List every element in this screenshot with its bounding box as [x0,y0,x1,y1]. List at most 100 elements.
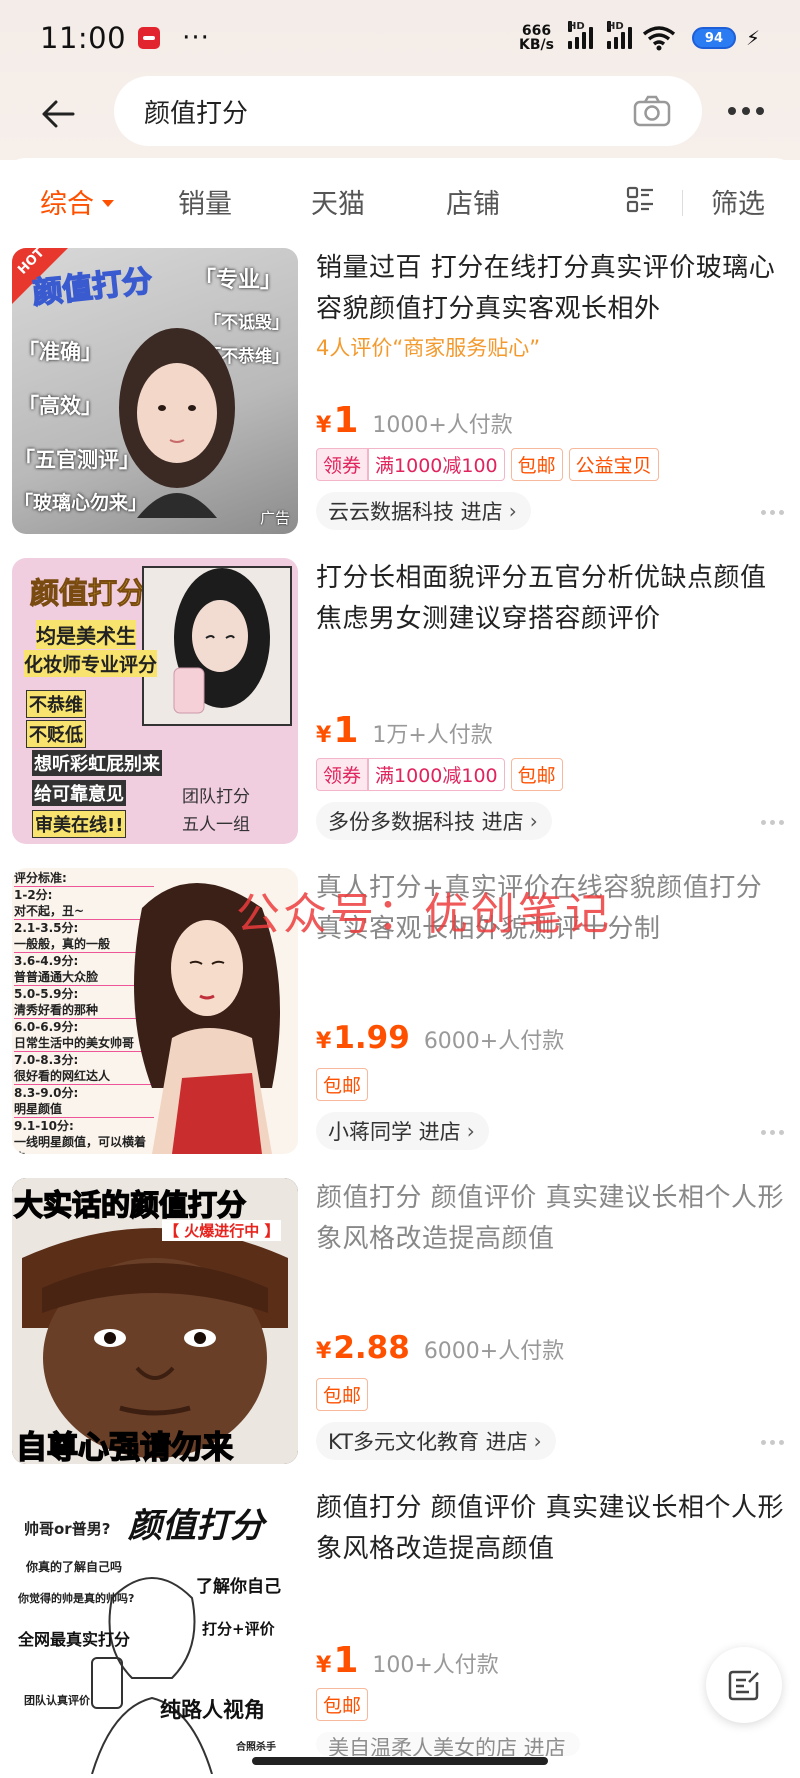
shop-name: 小蒋同学 进店 [328,1120,461,1144]
tab-tmall[interactable]: 天猫 [311,182,365,221]
product-title[interactable]: 真人打分+真实评价在线容貌颜值打分真实客观长相外貌测评十分制 [316,868,788,950]
product-info: 真人打分+真实评价在线容貌颜值打分真实客观长相外貌测评十分制 ¥ 1.99 60… [316,868,788,1150]
product-more-button[interactable] [761,510,784,515]
thumb-text: 「高效」 [18,394,102,418]
signal-icon: HD [567,21,593,49]
back-button[interactable] [28,84,88,144]
thumb-text: 想听彩虹屁别来 [32,750,162,776]
filter-button[interactable]: 筛选 [711,182,765,221]
shop-link[interactable]: KT多元文化教育 进店 › [316,1422,556,1460]
status-indicators: 666 KB/s HD HD 94 ⚡ [518,21,760,53]
product-more-button[interactable] [761,1440,784,1445]
thumb-text: 全网最真实打分 [18,1630,131,1649]
product-image[interactable]: 颜值打分 均是美术生 化妆师专业评分 不恭维 不贬低 想听彩虹屁别来 给可靠意见… [12,558,298,844]
product-more-button[interactable] [761,820,784,825]
product-info: 打分长相面貌评分五官分析优缺点颜值焦虑男女测建议穿搭容颜评价 ¥ 1 1万+人付… [316,558,788,840]
thumb-text: 团队认真评价 [24,1694,90,1707]
tag-list: 包邮 [316,1068,369,1101]
shop-link[interactable]: 美自温柔人美女的店 进店 [316,1732,580,1756]
shop-name: 美自温柔人美女的店 进店 [328,1736,566,1756]
tag-list: 领券 满1000减100 包邮 [316,758,563,791]
camera-search-button[interactable] [630,89,674,133]
shop-link[interactable]: 小蒋同学 进店 › [316,1112,489,1150]
edit-note-icon [728,1670,759,1701]
currency-symbol: ¥ [316,1029,332,1054]
product-info: 颜值打分 颜值评价 真实建议长相个人形象风格改造提高颜值 ¥ 2.88 6000… [316,1178,788,1460]
thumb-badge: 【 火爆进行中 】 [162,1220,282,1241]
status-bar: 11:00 ··· 666 KB/s HD HD 94 ⚡ [0,0,800,76]
charging-icon: ⚡ [745,26,760,50]
chevron-right-icon: › [466,1119,475,1143]
thumb-headline: 颜值打分 [128,1506,264,1546]
thumb-text: 合照杀手 [236,1742,276,1753]
network-speed-unit: KB/s [518,37,554,53]
product-title[interactable]: 销量过百 打分在线打分真实评价玻璃心容貌颜值打分真实客观长相外 [316,248,788,330]
coupon-tag[interactable]: 领券 [316,758,369,791]
thumb-text: 你真的了解自己吗 [26,1560,123,1574]
price: 2.88 [333,1330,410,1366]
free-shipping-tag: 包邮 [510,448,563,481]
thumb-text: 帅哥or普男? [24,1520,111,1538]
thumb-text: 不贬低 [26,720,86,748]
chevron-right-icon: › [529,809,538,833]
product-card[interactable]: HOT 颜值打分 「专业」 「不诋毁」 「不恭维」 「准确」 「高效」 「五官测… [0,248,800,558]
price: 1.99 [333,1020,410,1056]
product-more-button[interactable] [761,1130,784,1135]
price: 1 [333,400,359,441]
status-time: 11:00 [40,21,127,55]
shop-name: KT多元文化教育 进店 [328,1430,528,1454]
product-title[interactable]: 颜值打分 颜值评价 真实建议长相个人形象风格改造提高颜值 [316,1178,788,1260]
more-options-button[interactable] [718,88,774,134]
thumb-headline: 颜值打分 [29,576,147,611]
free-shipping-tag: 包邮 [316,1378,369,1411]
discount-tag[interactable]: 满1000减100 [368,758,505,791]
signal-icon-2: HD [606,21,632,49]
shop-link[interactable]: 云云数据科技 进店 › [316,492,531,530]
thumb-text: 给可靠意见 [32,780,126,806]
product-image[interactable]: 大实话的颜值打分 【 火爆进行中 】 自尊心强请勿来 [12,1178,298,1464]
tab-comprehensive[interactable]: 综合 [40,182,114,221]
search-input[interactable]: 颜值打分 [114,76,702,146]
sales-count: 100+人付款 [372,1653,499,1678]
free-shipping-tag: 包邮 [316,1068,369,1101]
list-layout-icon [626,186,653,213]
product-card[interactable]: 大实话的颜值打分 【 火爆进行中 】 自尊心强请勿来 颜值打分 颜值评价 真实建… [0,1178,800,1488]
shop-link[interactable]: 多份多数据科技 进店 › [316,802,552,840]
product-title[interactable]: 颜值打分 颜值评价 真实建议长相个人形象风格改造提高颜值 [316,1488,788,1570]
product-card[interactable]: 评分标准: 1-2分: 对不起，丑~ 2.1-3.5分: 一般般，真的一般 3.6-4.9… [0,868,800,1178]
more-notifications-icon: ··· [182,23,210,53]
product-title[interactable]: 打分长相面貌评分五官分析优缺点颜值焦虑男女测建议穿搭容颜评价 [316,558,788,640]
sales-count: 6000+人付款 [423,1029,565,1054]
price-row: ¥ 2.88 6000+人付款 [316,1330,564,1366]
charity-tag: 公益宝贝 [568,448,659,481]
battery-indicator: 94 [691,27,736,49]
home-indicator[interactable] [252,1757,548,1765]
price: 1 [333,710,359,751]
thumb-text: 你觉得的帅是真的帅吗? [18,1592,135,1605]
currency-symbol: ¥ [316,413,332,438]
discount-tag[interactable]: 满1000减100 [368,448,505,481]
product-card[interactable]: 颜值打分 均是美术生 化妆师专业评分 不恭维 不贬低 想听彩虹屁别来 给可靠意见… [0,558,800,868]
portrait-illustration [134,883,280,1154]
feedback-button[interactable] [706,1647,782,1723]
thumb-text: 打分+评价 [202,1620,275,1638]
shop-name: 多份多数据科技 进店 [328,810,524,834]
tab-sales[interactable]: 销量 [178,182,232,221]
app-notification-icon [138,27,161,49]
price-row: ¥ 1.99 6000+人付款 [316,1020,564,1056]
tag-list: 包邮 [316,1688,369,1721]
tab-divider [682,190,683,216]
tag-list: 领券 满1000减100 包邮 公益宝贝 [316,448,659,481]
product-card[interactable]: 帅哥or普男? 颜值打分 你真的了解自己吗 了解你自己 你觉得的帅是真的帅吗? … [0,1488,800,1778]
sales-count: 1万+人付款 [372,723,493,748]
chevron-right-icon: › [533,1429,542,1453]
free-shipping-tag: 包邮 [510,758,563,791]
product-image[interactable]: 帅哥or普男? 颜值打分 你真的了解自己吗 了解你自己 你觉得的帅是真的帅吗? … [12,1488,298,1774]
back-arrow-icon [42,100,75,128]
layout-toggle-button[interactable] [626,186,654,221]
coupon-tag[interactable]: 领券 [316,448,369,481]
tab-stores[interactable]: 店铺 [446,182,500,221]
product-image[interactable]: 评分标准: 1-2分: 对不起，丑~ 2.1-3.5分: 一般般，真的一般 3.6-4.9… [12,868,298,1154]
product-image[interactable]: HOT 颜值打分 「专业」 「不诋毁」 「不恭维」 「准确」 「高效」 「五官测… [12,248,298,534]
currency-symbol: ¥ [316,1653,332,1678]
